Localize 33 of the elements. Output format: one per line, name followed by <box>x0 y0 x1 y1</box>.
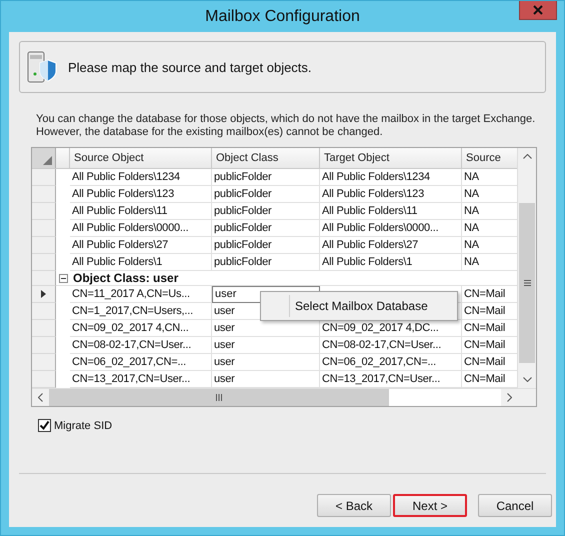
table-cell: All Public Folders\11 <box>320 203 462 220</box>
table-cell: publicFolder <box>212 254 320 271</box>
table-cell: user <box>212 337 320 354</box>
table-cell: All Public Folders\1234 <box>320 169 462 186</box>
table-cell: publicFolder <box>212 203 320 220</box>
description-text: However, the database for the existing mailbox(es) cannot be changed. <box>36 126 384 139</box>
table-cell: CN=06_02_2017,CN=... <box>320 354 462 371</box>
table-cell: user <box>212 354 320 371</box>
table-cell: All Public Folders\27 <box>70 237 212 254</box>
description-text: You can change the database for those objects, which do not have the mailbox in the target Exchange. <box>36 113 536 126</box>
window-title: Mailbox Configuration <box>205 8 360 26</box>
table-cell: All Public Folders\0000... <box>320 220 462 237</box>
table-cell: CN=06_02_2017,CN=... <box>70 354 212 371</box>
table-cell: CN=08-02-17,CN=User... <box>70 337 212 354</box>
table-cell: All Public Folders\1 <box>320 254 462 271</box>
table-cell: All Public Folders\1 <box>70 254 212 271</box>
table-cell: All Public Folders\123 <box>320 186 462 203</box>
table-cell: All Public Folders\1234 <box>70 169 212 186</box>
header-text: Please map the source and target objects. <box>68 60 312 74</box>
table-cell: CN=1_2017,CN=Users,... <box>70 303 212 320</box>
table-cell: All Public Folders\11 <box>70 203 212 220</box>
table-cell: publicFolder <box>212 220 320 237</box>
table-cell: All Public Folders\123 <box>70 186 212 203</box>
table-cell: CN=09_02_2017 4,CN... <box>70 320 212 337</box>
table-cell: CN=11_2017 A,CN=Us... <box>70 286 212 303</box>
table-cell: publicFolder <box>212 237 320 254</box>
group-header: Object Class: user <box>73 271 178 285</box>
table-cell: publicFolder <box>212 186 320 203</box>
checkbox-label: Migrate SID <box>54 420 112 432</box>
table-cell: publicFolder <box>212 169 320 186</box>
table-cell: All Public Folders\27 <box>320 237 462 254</box>
table-cell: CN=08-02-17,CN=User... <box>320 337 462 354</box>
table-cell: All Public Folders\0000... <box>70 220 212 237</box>
